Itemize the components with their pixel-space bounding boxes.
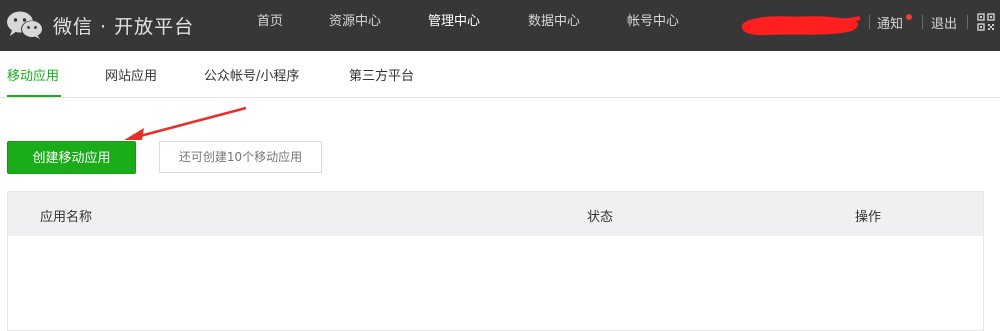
create-mobile-app-button[interactable]: 创建移动应用 — [7, 141, 136, 174]
divider — [869, 15, 870, 29]
active-tab-indicator — [7, 95, 61, 97]
nav-account-center[interactable]: 帐号中心 — [627, 0, 679, 51]
platform-logo[interactable]: 微信 · 开放平台 — [6, 8, 194, 42]
annotation-arrow — [124, 106, 247, 140]
logout-link[interactable]: 退出 — [931, 13, 957, 32]
platform-title: 微信 · 开放平台 — [53, 15, 195, 38]
tab-official-accounts-mini-programs[interactable]: 公众帐号/小程序 — [204, 65, 299, 84]
redacted-account-name — [741, 16, 861, 36]
tab-third-party-platform[interactable]: 第三方平台 — [349, 65, 414, 84]
nav-management-center[interactable]: 管理中心 — [428, 0, 480, 51]
nav-data-center[interactable]: 数据中心 — [528, 0, 580, 51]
tab-mobile-apps[interactable]: 移动应用 — [7, 65, 59, 84]
column-header-app-name: 应用名称 — [40, 210, 93, 225]
top-navigation-bar: 微信 · 开放平台 首页 资源中心 管理中心 数据中心 帐号中心 通知 退出 — [0, 0, 1000, 51]
column-header-actions: 操作 — [855, 210, 882, 225]
nav-home[interactable]: 首页 — [257, 0, 283, 51]
column-header-status: 状态 — [587, 210, 614, 225]
divider — [922, 15, 923, 29]
divider — [967, 15, 968, 29]
table-header: 应用名称 状态 操作 — [8, 192, 983, 236]
notifications-link[interactable]: 通知 — [877, 13, 903, 32]
app-type-tabs: 移动应用 网站应用 公众帐号/小程序 第三方平台 — [0, 51, 1000, 98]
tab-website-apps[interactable]: 网站应用 — [105, 65, 157, 84]
unread-notification-dot — [906, 14, 912, 20]
wechat-logo-icon — [7, 11, 43, 39]
nav-resource-center[interactable]: 资源中心 — [329, 0, 381, 51]
apps-table: 应用名称 状态 操作 — [7, 191, 984, 331]
qrcode-icon[interactable] — [977, 13, 995, 31]
